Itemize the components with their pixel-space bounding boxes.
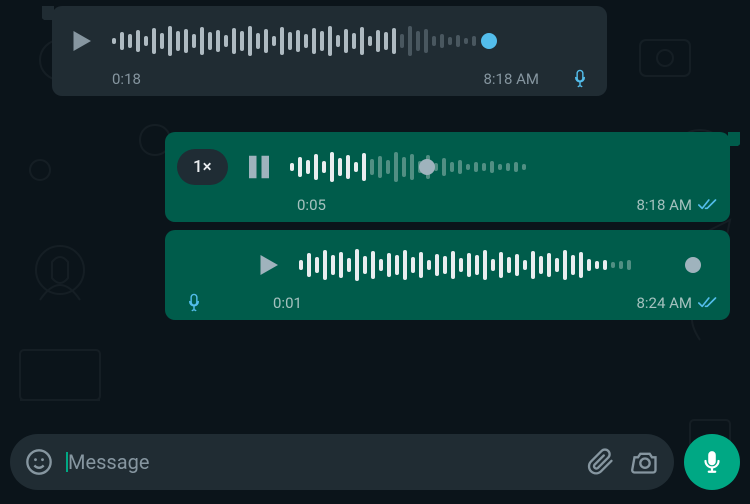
bubble-tail <box>42 6 54 20</box>
waveform-slider[interactable] <box>112 21 595 61</box>
pause-button[interactable] <box>242 150 276 184</box>
double-check-icon <box>698 296 718 310</box>
message-placeholder: Message <box>68 450 572 474</box>
attachment-icon[interactable] <box>586 447 616 477</box>
playhead-knob[interactable] <box>685 257 701 273</box>
play-button[interactable] <box>251 248 285 282</box>
message-input[interactable]: Message <box>10 434 674 490</box>
waveform-slider[interactable] <box>299 245 718 285</box>
double-check-icon <box>698 198 718 212</box>
mic-heard-icon <box>183 292 205 314</box>
mic-heard-icon <box>569 68 591 90</box>
timestamp: 8:18 AM <box>483 70 539 88</box>
timestamp: 8:24 AM <box>636 294 692 312</box>
record-voice-button[interactable] <box>684 434 740 490</box>
playhead-knob[interactable] <box>481 33 497 49</box>
duration-label: 0:01 <box>273 294 302 312</box>
message-input-bar: Message <box>10 434 740 490</box>
camera-icon[interactable] <box>630 447 660 477</box>
duration-label: 0:18 <box>112 70 141 88</box>
playhead-knob[interactable] <box>419 159 435 175</box>
voice-message-outgoing: 0:01 8:24 AM <box>165 230 730 320</box>
bubble-tail <box>728 132 740 146</box>
timestamp: 8:18 AM <box>636 196 692 214</box>
emoji-icon[interactable] <box>24 447 54 477</box>
voice-message-outgoing: 1× 0:05 8:18 AM <box>165 132 730 222</box>
waveform-slider[interactable] <box>290 147 718 187</box>
playback-speed-button[interactable]: 1× <box>177 149 228 185</box>
duration-label: 0:05 <box>297 196 326 214</box>
voice-message-incoming: 0:18 8:18 AM <box>52 6 607 96</box>
play-button[interactable] <box>64 24 98 58</box>
